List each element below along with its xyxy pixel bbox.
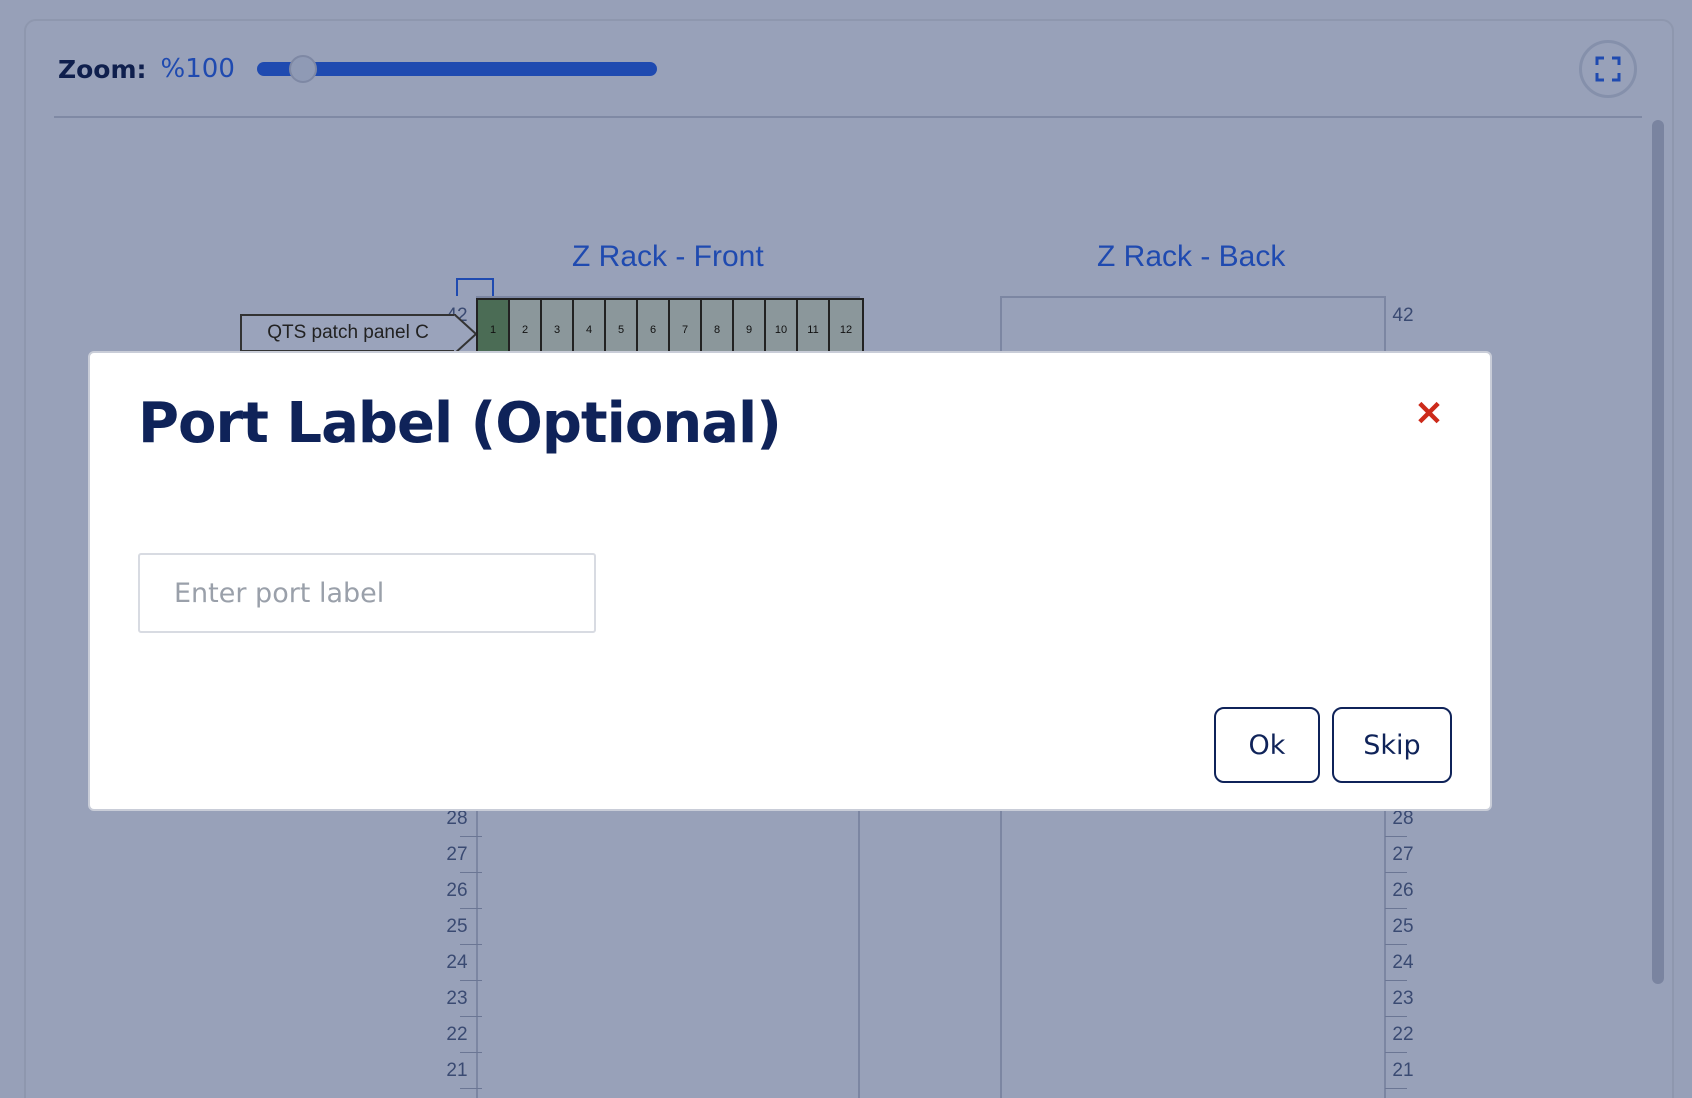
front-unit-21: 21 — [446, 1060, 468, 1081]
unit-tick — [460, 1052, 482, 1053]
device-pointer-arrow — [454, 314, 478, 354]
back-unit-23: 23 — [1392, 988, 1414, 1009]
unit-tick — [1385, 1052, 1407, 1053]
front-unit-22: 22 — [446, 1024, 468, 1045]
back-unit-21: 21 — [1392, 1060, 1414, 1081]
skip-button[interactable]: Skip — [1332, 707, 1452, 783]
unit-tick — [1385, 980, 1407, 981]
back-unit-42: 42 — [1392, 305, 1414, 326]
back-unit-28: 28 — [1392, 808, 1414, 829]
back-unit-27: 27 — [1392, 844, 1414, 865]
unit-tick — [1385, 944, 1407, 945]
port-4[interactable]: 4 — [574, 300, 606, 352]
expand-icon — [1595, 56, 1621, 82]
unit-tick — [1385, 836, 1407, 837]
front-unit-27: 27 — [446, 844, 468, 865]
device-label[interactable]: QTS patch panel C — [240, 314, 456, 352]
dialog-title: Port Label (Optional) — [138, 391, 782, 456]
unit-tick — [460, 908, 482, 909]
port-11[interactable]: 11 — [798, 300, 830, 352]
ok-button[interactable]: Ok — [1214, 707, 1320, 783]
back-unit-26: 26 — [1392, 880, 1414, 901]
zoom-slider-track[interactable] — [256, 62, 657, 76]
back-unit-25: 25 — [1392, 916, 1414, 937]
front-unit-25: 25 — [446, 916, 468, 937]
front-unit-24: 24 — [446, 952, 468, 973]
unit-tick — [460, 944, 482, 945]
unit-tick — [460, 1016, 482, 1017]
patch-panel-ports: 1 2 3 4 5 6 7 8 9 10 11 12 — [476, 298, 864, 354]
unit-tick — [1385, 1088, 1407, 1089]
port-12[interactable]: 12 — [830, 300, 862, 352]
unit-tick — [460, 980, 482, 981]
unit-tick — [460, 872, 482, 873]
unit-tick — [1385, 908, 1407, 909]
vertical-scrollbar[interactable] — [1652, 120, 1664, 984]
toolbar-divider — [54, 116, 1642, 118]
fullscreen-button[interactable] — [1579, 40, 1637, 98]
close-icon[interactable]: ✕ — [1414, 397, 1444, 431]
zoom-controls: Zoom: %100 — [58, 49, 657, 89]
zoom-slider-thumb[interactable] — [288, 55, 317, 83]
unit-tick — [460, 1088, 482, 1089]
unit-tick — [460, 836, 482, 837]
port-5[interactable]: 5 — [606, 300, 638, 352]
port-6[interactable]: 6 — [638, 300, 670, 352]
unit-tick — [1385, 872, 1407, 873]
zoom-slider[interactable] — [256, 55, 657, 83]
port-label-input[interactable] — [138, 553, 596, 633]
front-unit-28: 28 — [446, 808, 468, 829]
port-8[interactable]: 8 — [702, 300, 734, 352]
front-unit-26: 26 — [446, 880, 468, 901]
back-unit-24: 24 — [1392, 952, 1414, 973]
unit-tick — [1385, 1016, 1407, 1017]
front-rack-title: Z Rack - Front — [572, 240, 764, 273]
back-unit-22: 22 — [1392, 1024, 1414, 1045]
port-3[interactable]: 3 — [542, 300, 574, 352]
port-2[interactable]: 2 — [510, 300, 542, 352]
port-7[interactable]: 7 — [670, 300, 702, 352]
back-rack-title: Z Rack - Back — [1097, 240, 1286, 273]
port-9[interactable]: 9 — [734, 300, 766, 352]
port-10[interactable]: 10 — [766, 300, 798, 352]
port-selection-bracket — [456, 278, 494, 296]
port-label-dialog: Port Label (Optional) ✕ Ok Skip — [88, 351, 1492, 811]
port-1[interactable]: 1 — [478, 300, 510, 352]
zoom-value: %100 — [160, 54, 235, 84]
front-unit-23: 23 — [446, 988, 468, 1009]
zoom-label: Zoom: — [58, 54, 147, 84]
